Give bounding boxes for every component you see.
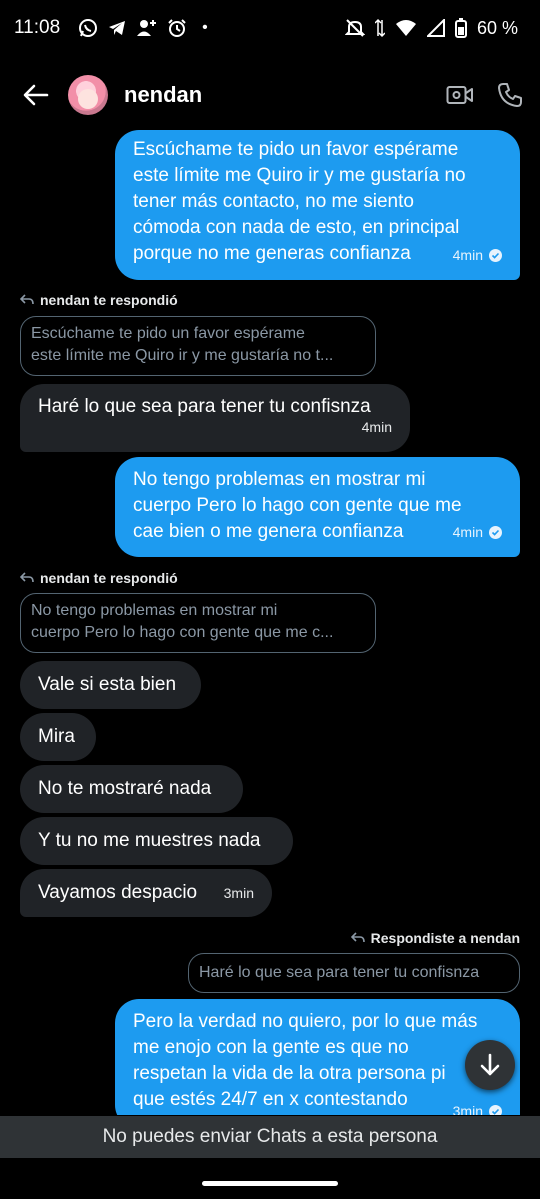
quoted-message[interactable]: Escúchame te pido un favor espérame este… bbox=[20, 316, 376, 376]
reply-label-text: Respondiste a nendan bbox=[370, 930, 520, 946]
message-time: 3min bbox=[223, 885, 254, 901]
add-person-icon bbox=[136, 18, 158, 38]
message-text: cae bien o me genera confianza bbox=[133, 521, 404, 542]
message-text: porque no me generas confianza bbox=[133, 243, 411, 264]
mute-icon bbox=[344, 18, 365, 38]
notification-icons: • bbox=[78, 18, 208, 38]
read-check-icon bbox=[489, 248, 502, 262]
wifi-icon bbox=[395, 19, 417, 37]
avatar[interactable] bbox=[68, 75, 108, 115]
message-text: Haré lo que sea para tener tu confisnza bbox=[38, 396, 371, 417]
message-text: Escúchame te pido un favor espérame bbox=[133, 139, 459, 160]
phone-call-button[interactable] bbox=[494, 79, 526, 111]
message-meta: 4min bbox=[453, 242, 502, 268]
battery-level: 60 % bbox=[476, 17, 518, 38]
contact-name[interactable]: nendan bbox=[124, 82, 202, 108]
message-meta: 3min bbox=[453, 1098, 502, 1115]
message-text: Y tu no me muestres nada bbox=[38, 830, 261, 851]
quoted-text: Escúchame te pido un favor espérame bbox=[31, 325, 305, 342]
read-check-icon bbox=[489, 525, 502, 539]
reply-arrow-icon bbox=[20, 572, 34, 583]
quoted-text: No tengo problemas en mostrar mi bbox=[31, 602, 278, 619]
arrow-left-icon bbox=[23, 84, 49, 106]
message-text: me enojo con la gente es que no bbox=[133, 1037, 409, 1058]
quoted-message[interactable]: Haré lo que sea para tener tu confisnza bbox=[188, 953, 520, 993]
chat-header: nendan bbox=[0, 64, 540, 126]
message-text: Mira bbox=[38, 726, 75, 747]
message-bubble-received[interactable]: No te mostraré nada bbox=[20, 765, 243, 813]
video-call-button[interactable] bbox=[444, 79, 476, 111]
quoted-text: este límite me Quiro ir y me gustaría no… bbox=[31, 347, 334, 364]
message-time: 4min bbox=[361, 419, 392, 435]
message-bubble-sent[interactable]: No tengo problemas en mostrar mi cuerpo … bbox=[115, 457, 520, 557]
message-bubble-sent[interactable]: Pero la verdad no quiero, por lo que más… bbox=[115, 999, 520, 1115]
cannot-message-notice: No puedes enviar Chats a esta persona bbox=[0, 1116, 540, 1158]
message-bubble-received[interactable]: Mira bbox=[20, 713, 96, 761]
whatsapp-icon bbox=[78, 18, 98, 38]
message-meta: 4min bbox=[453, 519, 502, 545]
phone-icon bbox=[498, 83, 522, 107]
message-bubble-received[interactable]: Vale si esta bien bbox=[20, 661, 201, 709]
message-time: 3min bbox=[452, 1103, 483, 1115]
data-arrows-icon bbox=[374, 18, 385, 38]
message-meta: 4min bbox=[362, 414, 392, 440]
message-text: cuerpo Pero lo hago con gente que me bbox=[133, 495, 462, 516]
back-button[interactable] bbox=[20, 79, 52, 111]
header-actions bbox=[444, 79, 526, 111]
message-time: 4min bbox=[452, 524, 483, 540]
message-bubble-received[interactable]: Vayamos despacio 3min bbox=[20, 869, 272, 917]
message-text: Vale si esta bien bbox=[38, 674, 177, 695]
quoted-message[interactable]: No tengo problemas en mostrar mi cuerpo … bbox=[20, 593, 376, 653]
message-text: cómoda con nada de esto, en principal bbox=[133, 217, 460, 238]
message-bubble-sent[interactable]: Escúchame te pido un favor espérame este… bbox=[115, 130, 520, 280]
reply-label: nendan te respondió bbox=[20, 570, 178, 586]
message-list[interactable]: Escúchame te pido un favor espérame este… bbox=[0, 130, 540, 1115]
status-bar: 11:08 • 60 % bbox=[0, 0, 540, 56]
message-text: que estés 24/7 en x contestando bbox=[133, 1089, 408, 1110]
system-icons: 60 % bbox=[344, 17, 518, 39]
message-text: respetan la vida de la otra persona pi bbox=[133, 1063, 446, 1084]
alarm-icon bbox=[167, 18, 187, 38]
reply-arrow-icon bbox=[20, 294, 34, 305]
message-time: 4min bbox=[452, 247, 483, 263]
reply-label-text: nendan te respondió bbox=[40, 570, 178, 586]
read-check-icon bbox=[489, 1104, 502, 1115]
message-text: tener más contacto, no me siento bbox=[133, 191, 414, 212]
message-text: No te mostraré nada bbox=[38, 778, 212, 799]
message-bubble-received[interactable]: Haré lo que sea para tener tu confisnza … bbox=[20, 384, 410, 452]
reply-label: Respondiste a nendan bbox=[350, 930, 520, 946]
video-call-icon bbox=[446, 86, 473, 104]
reply-arrow-icon bbox=[350, 932, 365, 943]
notice-text: No puedes enviar Chats a esta persona bbox=[102, 1126, 438, 1147]
reply-label-text: nendan te respondió bbox=[40, 292, 178, 308]
message-text: este límite me Quiro ir y me gustaría no bbox=[133, 165, 466, 186]
arrow-down-icon bbox=[480, 1053, 500, 1076]
message-text: No tengo problemas en mostrar mi bbox=[133, 469, 426, 490]
telegram-icon bbox=[107, 18, 127, 38]
message-text: Vayamos despacio bbox=[38, 882, 198, 903]
scroll-to-bottom-button[interactable] bbox=[465, 1040, 515, 1090]
quoted-text: Haré lo que sea para tener tu confisnza bbox=[199, 964, 480, 981]
message-meta: 3min bbox=[224, 880, 254, 906]
message-bubble-received[interactable]: Y tu no me muestres nada bbox=[20, 817, 293, 865]
signal-icon bbox=[426, 19, 445, 37]
quoted-text: cuerpo Pero lo hago con gente que me c..… bbox=[31, 624, 334, 641]
home-indicator[interactable] bbox=[202, 1181, 338, 1186]
reply-label: nendan te respondió bbox=[20, 292, 178, 308]
battery-icon bbox=[454, 18, 467, 38]
message-text: Pero la verdad no quiero, por lo que más bbox=[133, 1011, 478, 1032]
status-dot: • bbox=[202, 19, 208, 36]
status-time: 11:08 bbox=[14, 17, 61, 38]
